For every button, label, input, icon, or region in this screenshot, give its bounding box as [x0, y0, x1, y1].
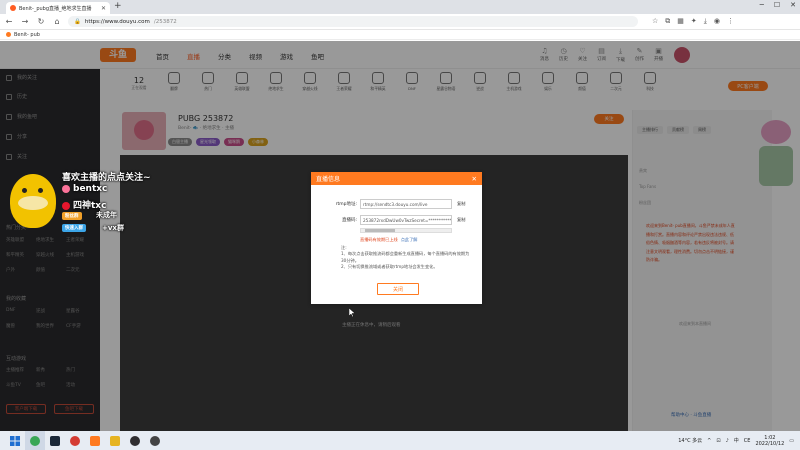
taskbar-app-netease[interactable]: [65, 431, 85, 450]
overlay-minor-text: 未成年: [96, 211, 117, 219]
dialog-title: 直播信息: [316, 176, 341, 183]
taskbar-app-pubg[interactable]: [105, 431, 125, 450]
lock-icon: 🔒: [74, 18, 81, 25]
rtmp-url-field[interactable]: rtmp://sendtc3.douyu.com/live: [360, 199, 452, 209]
stream-info-dialog: 直播信息 ✕ rtmp地址: rtmp://sendtc3.douyu.com/…: [311, 172, 482, 304]
steam-icon: [50, 435, 60, 446]
key-warning: 直播码有效期已上线 点此了解: [360, 237, 417, 243]
psyduck-icon: [10, 174, 56, 228]
warning-text: 直播码有效期已上线: [360, 237, 398, 242]
taskbar-app-steam[interactable]: [45, 431, 65, 450]
ime-label[interactable]: CE: [744, 438, 751, 444]
overlay-bilibili: bentxc: [62, 184, 107, 194]
duck-eye-icon: [22, 188, 27, 193]
fans-group-badge: 粉丝群: [62, 212, 82, 220]
profile-icon[interactable]: ◉: [714, 17, 720, 26]
system-tray: 14°C 多云 ^ ⊡ ♪ 中 CE 1:02 2022/10/12 ▭: [678, 431, 794, 450]
stream-key-field[interactable]: 253872rxdDwUw0vTwzSecret=***************: [360, 215, 452, 225]
music-icon: [70, 435, 80, 446]
scrollbar-thumb[interactable]: [365, 229, 395, 232]
dialog-close-icon[interactable]: ✕: [472, 175, 477, 183]
notification-icon[interactable]: ▭: [789, 438, 794, 444]
copy-key-button[interactable]: 复制: [457, 217, 465, 223]
douyu-app-icon: [90, 435, 100, 446]
extension-icon[interactable]: ⧉: [665, 17, 670, 26]
taskbar-app-obs[interactable]: [125, 431, 145, 450]
tray-chevron-icon[interactable]: ^: [707, 438, 711, 444]
start-button[interactable]: [5, 431, 25, 450]
note-line: 2、只有切换推流域或者获取rtmp地址会发生变化。: [341, 264, 438, 270]
bookmark-favicon-icon: [6, 32, 11, 37]
clock-app-icon: [150, 435, 160, 446]
browser-icon: [30, 435, 40, 446]
tab-close-icon[interactable]: ✕: [101, 5, 106, 12]
home-icon[interactable]: ⌂: [52, 17, 62, 26]
extension-icons: ☆ ⧉ ▦ ✦ ⤓ ◉ ⋮: [652, 17, 734, 26]
dialog-notes: 注: 1、每次点击获取推流码都会重新生成直播码，每个直播码的有效期为30分钟。 …: [341, 245, 471, 271]
url-path: /253872: [153, 18, 177, 25]
minimize-icon[interactable]: ─: [760, 1, 764, 9]
bilibili-icon: [62, 184, 70, 193]
duck-beak-icon: [18, 196, 48, 210]
download-icon[interactable]: ⤓: [704, 17, 707, 26]
network-icon[interactable]: ⊡: [716, 438, 720, 444]
overlay-follow-text: 喜欢主播的点点关注~: [62, 173, 151, 183]
bookmark-item[interactable]: Benit- pub: [14, 32, 40, 38]
taskbar-app-browser[interactable]: [25, 431, 45, 450]
stream-overlay: 喜欢主播的点点关注~ bentxc 四神txc 粉丝群 未成年 快速入群 +vx…: [10, 168, 160, 240]
dialog-header: 直播信息 ✕: [311, 172, 482, 185]
url-host: https://www.douyu.com: [84, 18, 150, 25]
volume-icon[interactable]: ♪: [726, 438, 729, 444]
stream-key-row: 直播码: 253872rxdDwUw0vTwzSecret=**********…: [329, 215, 465, 225]
close-window-icon[interactable]: ✕: [790, 1, 796, 9]
clock[interactable]: 1:02 2022/10/12: [755, 435, 784, 447]
window-controls: ─ ☐ ✕: [760, 1, 796, 9]
address-bar-row: ← → ↻ ⌂ 🔒 https://www.douyu.com/253872 ☆…: [0, 14, 800, 30]
browser-tab-strip: Benit-_pubg直播_绝地求生直播 ✕ + ─ ☐ ✕: [0, 0, 800, 14]
close-button[interactable]: 关闭: [377, 283, 419, 295]
back-icon[interactable]: ←: [4, 17, 14, 26]
quick-group-badge: 快速入群: [62, 224, 86, 232]
rtmp-label: rtmp地址:: [335, 202, 357, 207]
browser-tab[interactable]: Benit-_pubg直播_绝地求生直播 ✕: [6, 2, 110, 14]
url-field[interactable]: 🔒 https://www.douyu.com/253872: [68, 16, 638, 27]
star-icon[interactable]: ☆: [652, 17, 658, 26]
obs-icon: [130, 435, 140, 446]
bookmark-bar: Benit- pub: [0, 30, 800, 40]
cursor-arrow-icon: [349, 308, 355, 317]
new-tab-icon[interactable]: +: [114, 1, 122, 11]
tab-title: Benit-_pubg直播_绝地求生直播: [19, 5, 92, 12]
duck-eye-icon: [38, 188, 43, 193]
taskbar-app-douyu[interactable]: [85, 431, 105, 450]
taskbar-app-clock[interactable]: [145, 431, 165, 450]
reload-icon[interactable]: ↻: [36, 17, 46, 26]
stream-key-scrollbar[interactable]: [360, 228, 452, 233]
note-line: 1、每次点击获取推流码都会重新生成直播码，每个直播码的有效期为30分钟。: [341, 251, 470, 263]
clock-date: 2022/10/12: [755, 440, 785, 447]
weather-text[interactable]: 14°C 多云: [678, 437, 702, 444]
overlay-vx-text: +vx群: [102, 224, 124, 232]
grid-icon[interactable]: ▦: [677, 17, 684, 26]
douyu-favicon-icon: [10, 5, 16, 11]
ime-mode[interactable]: 中: [734, 437, 739, 444]
weibo-icon: [62, 201, 70, 210]
forward-icon[interactable]: →: [20, 17, 30, 26]
learn-more-link[interactable]: 点此了解: [401, 237, 418, 242]
rtmp-row: rtmp地址: rtmp://sendtc3.douyu.com/live 复制: [329, 199, 465, 209]
windows-icon: [10, 435, 20, 446]
maximize-icon[interactable]: ☐: [774, 1, 780, 9]
stream-key-label: 直播码:: [341, 218, 357, 223]
copy-rtmp-button[interactable]: 复制: [457, 201, 465, 207]
game-icon: [110, 435, 120, 446]
puzzle-icon[interactable]: ✦: [691, 17, 697, 26]
menu-icon[interactable]: ⋮: [727, 17, 734, 26]
